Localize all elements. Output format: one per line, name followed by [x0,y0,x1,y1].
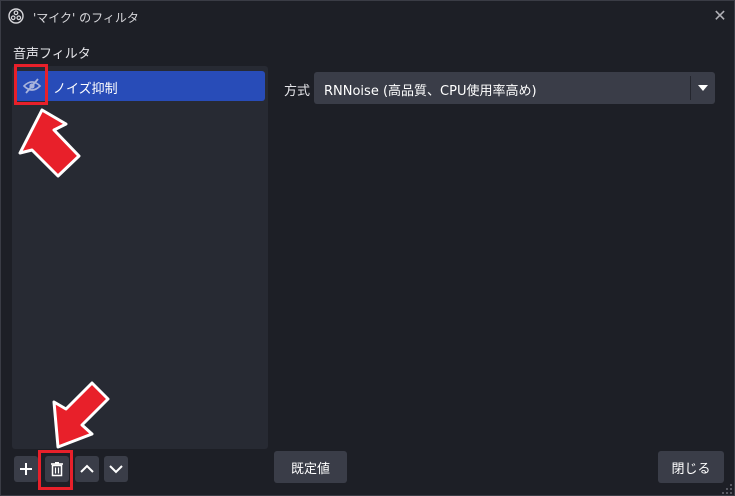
obs-logo-icon [8,8,24,24]
annotation-highlight-visibility [14,64,48,105]
close-button[interactable]: 閉じる [658,451,724,483]
move-up-button[interactable] [75,456,99,482]
filter-list[interactable]: ノイズ抑制 [12,66,268,449]
chevron-down-icon [109,465,123,474]
dropdown-arrow-icon[interactable] [698,85,708,91]
audio-filters-label: 音声フィルタ [13,47,91,62]
plus-icon [20,463,32,475]
chevron-up-icon [80,464,94,473]
window-title: 'マイク' のフィルタ [33,11,139,25]
filter-item-label: ノイズ抑制 [53,82,118,97]
move-down-button[interactable] [104,456,128,482]
window-close-icon[interactable]: ✕ [711,7,729,25]
title-bar: 'マイク' のフィルタ ✕ [1,1,734,33]
method-select[interactable]: RNNoise (高品質、CPU使用率高め) [314,72,715,104]
annotation-highlight-remove [38,450,73,490]
filter-item-noise-suppression[interactable]: ノイズ抑制 [15,71,265,101]
method-label: 方式 [284,84,311,99]
method-select-value: RNNoise (高品質、CPU使用率高め) [324,84,537,99]
filters-dialog: 'マイク' のフィルタ ✕ 音声フィルタ ノイズ抑制 方式 RNNoise (高… [0,0,735,496]
resize-grip-icon[interactable] [721,483,733,495]
add-filter-button[interactable] [14,456,38,482]
defaults-button[interactable]: 既定値 [274,451,347,483]
select-divider [690,76,691,100]
